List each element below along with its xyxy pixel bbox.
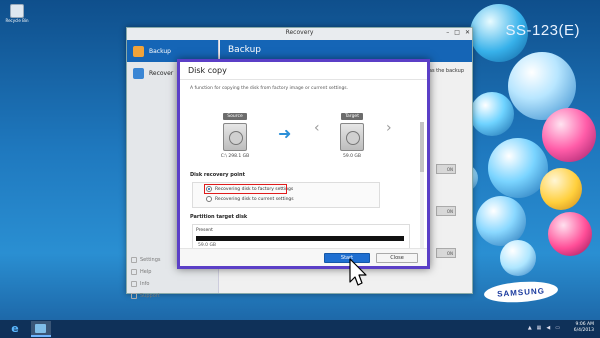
source-tag: Source bbox=[223, 113, 247, 120]
toggle-switch[interactable]: ON bbox=[436, 206, 456, 216]
source-caption: C:\ 298.1 GB bbox=[220, 154, 250, 159]
sidebar-link-label: Support bbox=[140, 293, 160, 299]
help-icon bbox=[131, 269, 137, 275]
close-button[interactable]: Close bbox=[376, 253, 418, 263]
dialog-footer: Start Close bbox=[180, 248, 427, 266]
toggle-switch[interactable]: ON bbox=[436, 164, 456, 174]
recycle-bin-glyph bbox=[10, 4, 24, 18]
source-disk-icon bbox=[223, 123, 247, 151]
target-disk-icon bbox=[340, 123, 364, 151]
sidebar-link-label: Info bbox=[140, 281, 150, 287]
radio-button[interactable] bbox=[206, 196, 212, 202]
dialog-scrollbar[interactable] bbox=[420, 122, 424, 262]
scrollbar-thumb[interactable] bbox=[420, 122, 424, 172]
bubble bbox=[548, 212, 592, 256]
samsung-logo-text: SAMSUNG bbox=[496, 285, 546, 299]
target-tag: Target bbox=[341, 113, 363, 120]
volume-icon[interactable]: ◀ bbox=[546, 325, 550, 331]
network-icon[interactable]: ▦ bbox=[537, 325, 542, 331]
sidebar-item-label: Backup bbox=[149, 47, 171, 55]
bubble bbox=[540, 168, 582, 210]
recycle-bin-icon[interactable]: Recycle Bin bbox=[4, 4, 30, 23]
highlight-box bbox=[204, 184, 287, 194]
sidebar-link-info[interactable]: Info bbox=[131, 278, 161, 290]
toggle-switch[interactable]: ON bbox=[436, 248, 456, 258]
toggle-label: ON bbox=[446, 208, 453, 214]
partition-label: Present bbox=[196, 228, 213, 233]
desktop: Recycle Bin SS-123(E) SAMSUNG Recovery –… bbox=[0, 0, 600, 338]
tray-arrow-icon[interactable]: ▲ bbox=[528, 325, 532, 331]
info-icon bbox=[131, 281, 137, 287]
bubble bbox=[470, 92, 514, 136]
sidebar-link-settings[interactable]: Settings bbox=[131, 254, 161, 266]
system-tray: ▲ ▦ ◀ ▭ bbox=[528, 325, 560, 331]
settings-icon bbox=[131, 257, 137, 263]
dialog-description: A function for copying the disk from fac… bbox=[190, 86, 349, 91]
sidebar-item-label: Recover bbox=[149, 69, 174, 77]
recovery-app-icon bbox=[35, 324, 46, 333]
sidebar-bottom-links: Settings Help Info Support bbox=[131, 254, 161, 302]
recover-icon bbox=[133, 67, 144, 79]
sidebar-link-label: Settings bbox=[140, 257, 161, 263]
partition-bar[interactable] bbox=[196, 236, 404, 241]
minimize-button[interactable]: – bbox=[446, 29, 449, 36]
window-controls: – □ ✕ bbox=[446, 29, 470, 36]
internet-explorer-icon[interactable]: e bbox=[8, 322, 22, 336]
source-disk: Source C:\ 298.1 GB bbox=[220, 102, 250, 159]
recovery-title: Recovery bbox=[285, 29, 314, 36]
target-disk: Target 59.0 GB bbox=[337, 102, 367, 159]
dialog-title: Disk copy bbox=[180, 62, 427, 80]
disk-copy-dialog: Disk copy A function for copying the dis… bbox=[177, 59, 430, 269]
close-window-button[interactable]: ✕ bbox=[465, 29, 470, 36]
sidebar-link-help[interactable]: Help bbox=[131, 266, 161, 278]
arrow-right-icon: ➜ bbox=[278, 124, 292, 143]
toggle-label: ON bbox=[446, 166, 453, 172]
clock-date: 6/4/2013 bbox=[573, 328, 594, 333]
taskbar-recovery-app[interactable] bbox=[31, 321, 51, 337]
sidebar-link-label: Help bbox=[140, 269, 152, 275]
recovery-titlebar[interactable]: Recovery – □ ✕ bbox=[127, 28, 472, 40]
bubble bbox=[488, 138, 548, 198]
recovery-point-title: Disk recovery point bbox=[190, 172, 245, 178]
maximize-button[interactable]: □ bbox=[454, 29, 460, 36]
recycle-bin-label: Recycle Bin bbox=[5, 18, 29, 23]
toggle-label: ON bbox=[446, 250, 453, 256]
battery-icon[interactable]: ▭ bbox=[555, 325, 560, 331]
backup-tab-label: as the backup bbox=[428, 68, 464, 74]
mouse-cursor-icon bbox=[349, 258, 367, 286]
chevron-right-icon[interactable]: › bbox=[386, 120, 392, 136]
taskbar: e ▲ ▦ ◀ ▭ 9:06 AM 6/4/2013 bbox=[0, 320, 600, 338]
sidebar-link-support[interactable]: Support bbox=[131, 290, 161, 302]
bubble bbox=[542, 108, 596, 162]
radio-current-settings[interactable]: Recovering disk to current settings bbox=[206, 196, 294, 202]
disk-row: Source C:\ 298.1 GB ➜ ‹ Target 59.0 GB › bbox=[180, 102, 427, 162]
bubble bbox=[476, 196, 526, 246]
bubble bbox=[500, 240, 536, 276]
backup-icon bbox=[133, 45, 144, 57]
samsung-logo: SAMSUNG bbox=[483, 279, 559, 305]
clock[interactable]: 9:06 AM 6/4/2013 bbox=[574, 322, 594, 334]
target-caption: 59.0 GB bbox=[342, 154, 362, 159]
model-tag: SS-123(E) bbox=[505, 22, 580, 39]
radio-label: Recovering disk to current settings bbox=[215, 196, 294, 202]
chevron-left-icon[interactable]: ‹ bbox=[314, 120, 320, 136]
partition-title: Partition target disk bbox=[190, 214, 248, 220]
partition-box: Present 59.0 GB bbox=[192, 224, 410, 250]
support-icon bbox=[131, 293, 137, 299]
